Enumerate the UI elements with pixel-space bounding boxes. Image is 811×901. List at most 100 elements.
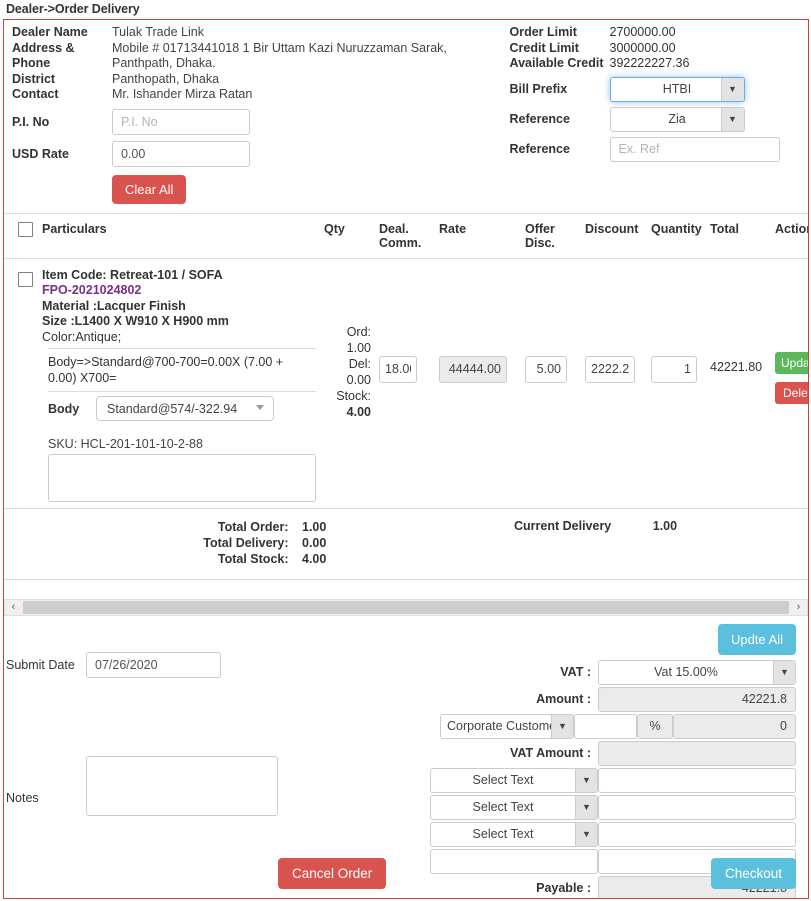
total-delivery-value: 0.00	[302, 535, 327, 550]
amount-label: Amount :	[536, 692, 591, 706]
select-value-3-input[interactable]	[598, 821, 796, 847]
dealer-address-value: Mobile # 01713441018 1 Bir Uttam Kazi Nu…	[112, 40, 447, 71]
reference-label: Reference	[509, 112, 570, 126]
totals-row: Total Order: 1.00 Total Delivery: 0.00 T…	[4, 509, 808, 580]
chevron-down-icon: ▼	[773, 660, 795, 684]
dealer-name-row: Dealer Name Tulak Trade Link	[12, 25, 510, 41]
dealer-address-label: Address & Phone	[12, 41, 112, 72]
chevron-down-icon: ▼	[575, 768, 597, 792]
body-select-row: Body Standard@574/-322.94	[42, 392, 324, 421]
usd-rate-row: USD Rate	[12, 140, 510, 167]
rate-input[interactable]	[439, 355, 507, 383]
order-limit-row: Order Limit 2700000.00	[510, 25, 809, 41]
vat-amount-value	[598, 740, 796, 766]
current-delivery-block: Current Delivery 1.00	[349, 519, 677, 567]
cancel-order-button[interactable]: Cancel Order	[278, 858, 387, 889]
body-select[interactable]: Standard@574/-322.94	[96, 396, 274, 421]
total-order-value: 1.00	[302, 519, 327, 534]
update-all-button[interactable]: Updte All	[717, 623, 796, 655]
submit-date-input[interactable]	[86, 651, 221, 678]
dealer-district-value: Panthopath, Dhaka	[112, 71, 220, 86]
select-text-1[interactable]: Select Text ▼	[430, 767, 598, 793]
pi-no-row: P.I. No	[12, 108, 510, 135]
customer-type-select[interactable]: Corporate Customer D ▼	[440, 713, 574, 739]
usd-rate-label: USD Rate	[12, 146, 69, 161]
select-value-2-input[interactable]	[598, 794, 796, 820]
header-qty: Qty	[324, 221, 345, 236]
update-button[interactable]: Update	[775, 351, 808, 374]
chevron-down-icon: ▼	[720, 107, 744, 131]
fpo-number: FPO-2021024802	[42, 283, 142, 297]
delete-button[interactable]: Delete	[775, 381, 808, 404]
offer-disc-input[interactable]	[525, 355, 567, 383]
table-row: Item Code: Retreat-101 / SOFA FPO-202102…	[4, 259, 808, 509]
limits-info: Order Limit 2700000.00 Credit Limit 3000…	[510, 25, 809, 204]
chevron-down-icon	[256, 405, 264, 410]
available-credit-value: 392222227.36	[609, 56, 690, 70]
row-select-checkbox[interactable]	[18, 271, 33, 287]
bill-prefix-row: Bill Prefix HTBI ▼	[510, 76, 809, 102]
reference2-input[interactable]	[609, 136, 780, 162]
total-delivery-label: Total Delivery:	[203, 535, 289, 550]
checkout-button[interactable]: Checkout	[710, 858, 796, 889]
scroll-right-arrow-icon[interactable]: ›	[790, 601, 807, 613]
select-text-row-3: Select Text ▼	[4, 821, 808, 847]
select-text-2[interactable]: Select Text ▼	[430, 794, 598, 820]
address-label-line1: Address &	[12, 40, 75, 55]
total-order-row: Total Order: 1.00	[4, 519, 344, 535]
select-text-3-value: Select Text	[472, 827, 534, 841]
notes-row: Notes	[4, 755, 278, 816]
total-stock-value: 4.00	[302, 551, 327, 566]
dealer-contact-value: Mr. Ishander Mirza Ratan	[112, 87, 253, 101]
notes-textarea[interactable]	[86, 755, 278, 816]
footer-actions: Cancel Order Checkout	[4, 858, 808, 892]
stock-label: Stock:	[336, 388, 371, 403]
deal-comm-cell	[379, 268, 439, 508]
quantity-input[interactable]	[651, 355, 697, 383]
pi-no-input[interactable]	[112, 108, 250, 135]
available-credit-row: Available Credit 392222227.36	[510, 56, 809, 72]
sku-text: SKU: HCL-201-101-10-2-88	[48, 437, 203, 451]
pi-no-label: P.I. No	[12, 114, 50, 129]
reference-select-row: Reference Zia ▼	[509, 106, 809, 132]
vat-label: VAT :	[560, 665, 591, 679]
row-select-cell	[4, 268, 42, 508]
vat-select[interactable]: Vat 15.00% ▼	[598, 659, 796, 685]
qty-cell: Ord: 1.00 Del: 0.00 Stock: 4.00	[324, 268, 379, 508]
discount-input[interactable]	[585, 355, 635, 383]
total-order-label: Total Order:	[217, 519, 289, 534]
vat-amount-label: VAT Amount :	[510, 746, 591, 760]
body-description: Body=>Standard@700-700=0.00X (7.00 + 0.0…	[48, 355, 284, 385]
amount-value: 42221.8	[598, 686, 796, 712]
header-rate: Rate	[439, 221, 467, 236]
bill-prefix-select[interactable]: HTBI ▼	[609, 76, 745, 102]
sku-note-textarea[interactable]	[48, 454, 316, 502]
total-cell: 42221.80	[710, 268, 775, 508]
header-offer-disc-line1: Offer	[525, 221, 555, 236]
particulars-cell: Item Code: Retreat-101 / SOFA FPO-202102…	[42, 268, 324, 508]
dealer-contact-row: Contact Mr. Ishander Mirza Ratan	[12, 87, 510, 103]
header-actions: Actions	[775, 221, 808, 236]
reference-select[interactable]: Zia ▼	[609, 106, 745, 132]
credit-limit-row: Credit Limit 3000000.00	[510, 41, 809, 57]
horizontal-scrollbar[interactable]: ‹ ›	[4, 598, 808, 616]
credit-limit-value: 3000000.00	[609, 40, 676, 55]
header-deal-comm-line2: Comm.	[379, 235, 422, 250]
dealer-info: Dealer Name Tulak Trade Link Address & P…	[4, 25, 510, 204]
select-text-3[interactable]: Select Text ▼	[430, 821, 598, 847]
credit-limit-label: Credit Limit	[509, 40, 579, 55]
scrollbar-thumb[interactable]	[23, 600, 789, 614]
dealer-address-row: Address & Phone Mobile # 01713441018 1 B…	[12, 41, 510, 72]
body-select-value: Standard@574/-322.94	[107, 401, 238, 416]
item-material: Material :Lacquer Finish	[42, 298, 186, 313]
deal-comm-input[interactable]	[379, 355, 417, 383]
percent-input[interactable]	[574, 713, 637, 739]
bill-prefix-value: HTBI	[662, 82, 692, 96]
chevron-down-icon: ▼	[551, 714, 573, 738]
clear-all-button[interactable]: Clear All	[112, 174, 187, 204]
items-table: Particulars Qty Deal. Comm. Rate Offer D…	[4, 212, 808, 616]
scroll-left-arrow-icon[interactable]: ‹	[5, 601, 22, 613]
usd-rate-input[interactable]	[112, 140, 250, 167]
select-value-1-input[interactable]	[598, 767, 796, 793]
select-all-checkbox[interactable]	[18, 221, 33, 237]
